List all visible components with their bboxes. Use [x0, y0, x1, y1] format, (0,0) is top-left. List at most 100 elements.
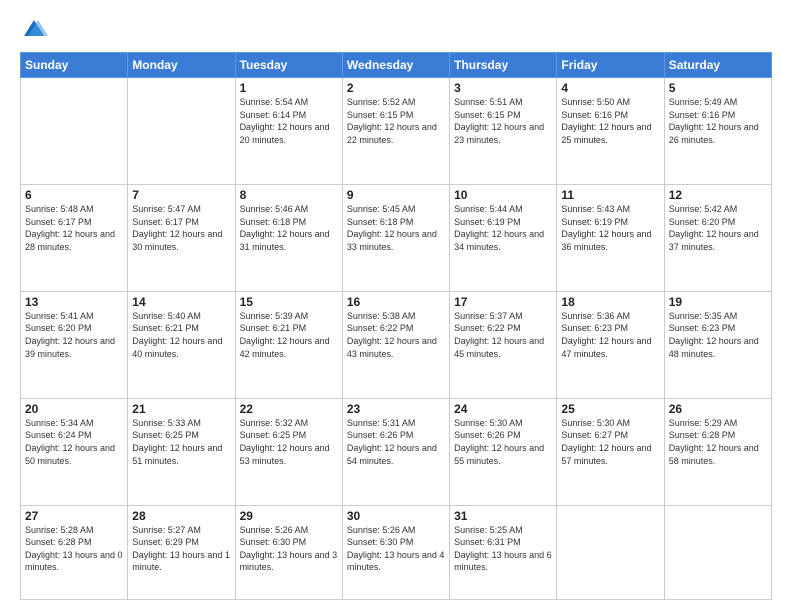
calendar-cell: 31Sunrise: 5:25 AM Sunset: 6:31 PM Dayli… — [450, 505, 557, 599]
day-info: Sunrise: 5:36 AM Sunset: 6:23 PM Dayligh… — [561, 310, 659, 360]
calendar-cell: 21Sunrise: 5:33 AM Sunset: 6:25 PM Dayli… — [128, 398, 235, 505]
day-info: Sunrise: 5:29 AM Sunset: 6:28 PM Dayligh… — [669, 417, 767, 467]
day-number: 23 — [347, 402, 445, 416]
calendar-cell: 29Sunrise: 5:26 AM Sunset: 6:30 PM Dayli… — [235, 505, 342, 599]
day-info: Sunrise: 5:39 AM Sunset: 6:21 PM Dayligh… — [240, 310, 338, 360]
calendar-cell: 19Sunrise: 5:35 AM Sunset: 6:23 PM Dayli… — [664, 291, 771, 398]
day-number: 2 — [347, 81, 445, 95]
day-info: Sunrise: 5:44 AM Sunset: 6:19 PM Dayligh… — [454, 203, 552, 253]
day-info: Sunrise: 5:41 AM Sunset: 6:20 PM Dayligh… — [25, 310, 123, 360]
day-info: Sunrise: 5:49 AM Sunset: 6:16 PM Dayligh… — [669, 96, 767, 146]
day-info: Sunrise: 5:32 AM Sunset: 6:25 PM Dayligh… — [240, 417, 338, 467]
calendar-cell: 14Sunrise: 5:40 AM Sunset: 6:21 PM Dayli… — [128, 291, 235, 398]
day-info: Sunrise: 5:38 AM Sunset: 6:22 PM Dayligh… — [347, 310, 445, 360]
day-number: 11 — [561, 188, 659, 202]
day-number: 28 — [132, 509, 230, 523]
day-number: 17 — [454, 295, 552, 309]
day-info: Sunrise: 5:28 AM Sunset: 6:28 PM Dayligh… — [25, 524, 123, 574]
day-info: Sunrise: 5:43 AM Sunset: 6:19 PM Dayligh… — [561, 203, 659, 253]
calendar-cell: 27Sunrise: 5:28 AM Sunset: 6:28 PM Dayli… — [21, 505, 128, 599]
day-number: 8 — [240, 188, 338, 202]
calendar-cell: 7Sunrise: 5:47 AM Sunset: 6:17 PM Daylig… — [128, 184, 235, 291]
calendar-cell: 5Sunrise: 5:49 AM Sunset: 6:16 PM Daylig… — [664, 78, 771, 185]
calendar-cell: 20Sunrise: 5:34 AM Sunset: 6:24 PM Dayli… — [21, 398, 128, 505]
calendar-header-row: SundayMondayTuesdayWednesdayThursdayFrid… — [21, 53, 772, 78]
week-row-1: 1Sunrise: 5:54 AM Sunset: 6:14 PM Daylig… — [21, 78, 772, 185]
day-info: Sunrise: 5:33 AM Sunset: 6:25 PM Dayligh… — [132, 417, 230, 467]
day-header-wednesday: Wednesday — [342, 53, 449, 78]
day-info: Sunrise: 5:42 AM Sunset: 6:20 PM Dayligh… — [669, 203, 767, 253]
calendar-cell: 25Sunrise: 5:30 AM Sunset: 6:27 PM Dayli… — [557, 398, 664, 505]
day-number: 27 — [25, 509, 123, 523]
day-info: Sunrise: 5:40 AM Sunset: 6:21 PM Dayligh… — [132, 310, 230, 360]
week-row-3: 13Sunrise: 5:41 AM Sunset: 6:20 PM Dayli… — [21, 291, 772, 398]
logo-icon — [20, 16, 48, 44]
day-number: 26 — [669, 402, 767, 416]
calendar-cell: 1Sunrise: 5:54 AM Sunset: 6:14 PM Daylig… — [235, 78, 342, 185]
day-number: 12 — [669, 188, 767, 202]
day-number: 15 — [240, 295, 338, 309]
day-info: Sunrise: 5:47 AM Sunset: 6:17 PM Dayligh… — [132, 203, 230, 253]
calendar-cell: 6Sunrise: 5:48 AM Sunset: 6:17 PM Daylig… — [21, 184, 128, 291]
day-number: 9 — [347, 188, 445, 202]
day-number: 13 — [25, 295, 123, 309]
day-info: Sunrise: 5:45 AM Sunset: 6:18 PM Dayligh… — [347, 203, 445, 253]
day-number: 22 — [240, 402, 338, 416]
day-number: 18 — [561, 295, 659, 309]
day-number: 7 — [132, 188, 230, 202]
calendar-cell: 8Sunrise: 5:46 AM Sunset: 6:18 PM Daylig… — [235, 184, 342, 291]
day-header-sunday: Sunday — [21, 53, 128, 78]
calendar-cell: 2Sunrise: 5:52 AM Sunset: 6:15 PM Daylig… — [342, 78, 449, 185]
day-number: 25 — [561, 402, 659, 416]
calendar-cell: 28Sunrise: 5:27 AM Sunset: 6:29 PM Dayli… — [128, 505, 235, 599]
day-info: Sunrise: 5:30 AM Sunset: 6:26 PM Dayligh… — [454, 417, 552, 467]
calendar-cell: 30Sunrise: 5:26 AM Sunset: 6:30 PM Dayli… — [342, 505, 449, 599]
day-info: Sunrise: 5:26 AM Sunset: 6:30 PM Dayligh… — [347, 524, 445, 574]
logo — [20, 16, 52, 44]
calendar-cell — [128, 78, 235, 185]
calendar-cell: 15Sunrise: 5:39 AM Sunset: 6:21 PM Dayli… — [235, 291, 342, 398]
day-number: 24 — [454, 402, 552, 416]
header — [20, 16, 772, 44]
day-info: Sunrise: 5:34 AM Sunset: 6:24 PM Dayligh… — [25, 417, 123, 467]
week-row-2: 6Sunrise: 5:48 AM Sunset: 6:17 PM Daylig… — [21, 184, 772, 291]
calendar-cell: 22Sunrise: 5:32 AM Sunset: 6:25 PM Dayli… — [235, 398, 342, 505]
calendar-cell — [664, 505, 771, 599]
day-number: 30 — [347, 509, 445, 523]
day-info: Sunrise: 5:27 AM Sunset: 6:29 PM Dayligh… — [132, 524, 230, 574]
day-info: Sunrise: 5:48 AM Sunset: 6:17 PM Dayligh… — [25, 203, 123, 253]
day-info: Sunrise: 5:25 AM Sunset: 6:31 PM Dayligh… — [454, 524, 552, 574]
calendar-cell: 11Sunrise: 5:43 AM Sunset: 6:19 PM Dayli… — [557, 184, 664, 291]
day-info: Sunrise: 5:30 AM Sunset: 6:27 PM Dayligh… — [561, 417, 659, 467]
calendar-cell: 12Sunrise: 5:42 AM Sunset: 6:20 PM Dayli… — [664, 184, 771, 291]
day-number: 5 — [669, 81, 767, 95]
day-number: 20 — [25, 402, 123, 416]
day-info: Sunrise: 5:51 AM Sunset: 6:15 PM Dayligh… — [454, 96, 552, 146]
day-info: Sunrise: 5:35 AM Sunset: 6:23 PM Dayligh… — [669, 310, 767, 360]
calendar-cell: 13Sunrise: 5:41 AM Sunset: 6:20 PM Dayli… — [21, 291, 128, 398]
calendar-cell — [21, 78, 128, 185]
day-info: Sunrise: 5:37 AM Sunset: 6:22 PM Dayligh… — [454, 310, 552, 360]
week-row-5: 27Sunrise: 5:28 AM Sunset: 6:28 PM Dayli… — [21, 505, 772, 599]
calendar-cell: 23Sunrise: 5:31 AM Sunset: 6:26 PM Dayli… — [342, 398, 449, 505]
day-header-thursday: Thursday — [450, 53, 557, 78]
day-number: 3 — [454, 81, 552, 95]
day-number: 21 — [132, 402, 230, 416]
day-header-monday: Monday — [128, 53, 235, 78]
calendar-table: SundayMondayTuesdayWednesdayThursdayFrid… — [20, 52, 772, 600]
calendar-cell: 16Sunrise: 5:38 AM Sunset: 6:22 PM Dayli… — [342, 291, 449, 398]
calendar-cell: 3Sunrise: 5:51 AM Sunset: 6:15 PM Daylig… — [450, 78, 557, 185]
day-header-saturday: Saturday — [664, 53, 771, 78]
calendar-cell: 26Sunrise: 5:29 AM Sunset: 6:28 PM Dayli… — [664, 398, 771, 505]
calendar-cell: 17Sunrise: 5:37 AM Sunset: 6:22 PM Dayli… — [450, 291, 557, 398]
day-header-friday: Friday — [557, 53, 664, 78]
day-number: 16 — [347, 295, 445, 309]
day-info: Sunrise: 5:31 AM Sunset: 6:26 PM Dayligh… — [347, 417, 445, 467]
day-number: 1 — [240, 81, 338, 95]
calendar-cell: 9Sunrise: 5:45 AM Sunset: 6:18 PM Daylig… — [342, 184, 449, 291]
day-number: 31 — [454, 509, 552, 523]
day-number: 19 — [669, 295, 767, 309]
day-number: 4 — [561, 81, 659, 95]
day-info: Sunrise: 5:26 AM Sunset: 6:30 PM Dayligh… — [240, 524, 338, 574]
day-info: Sunrise: 5:52 AM Sunset: 6:15 PM Dayligh… — [347, 96, 445, 146]
